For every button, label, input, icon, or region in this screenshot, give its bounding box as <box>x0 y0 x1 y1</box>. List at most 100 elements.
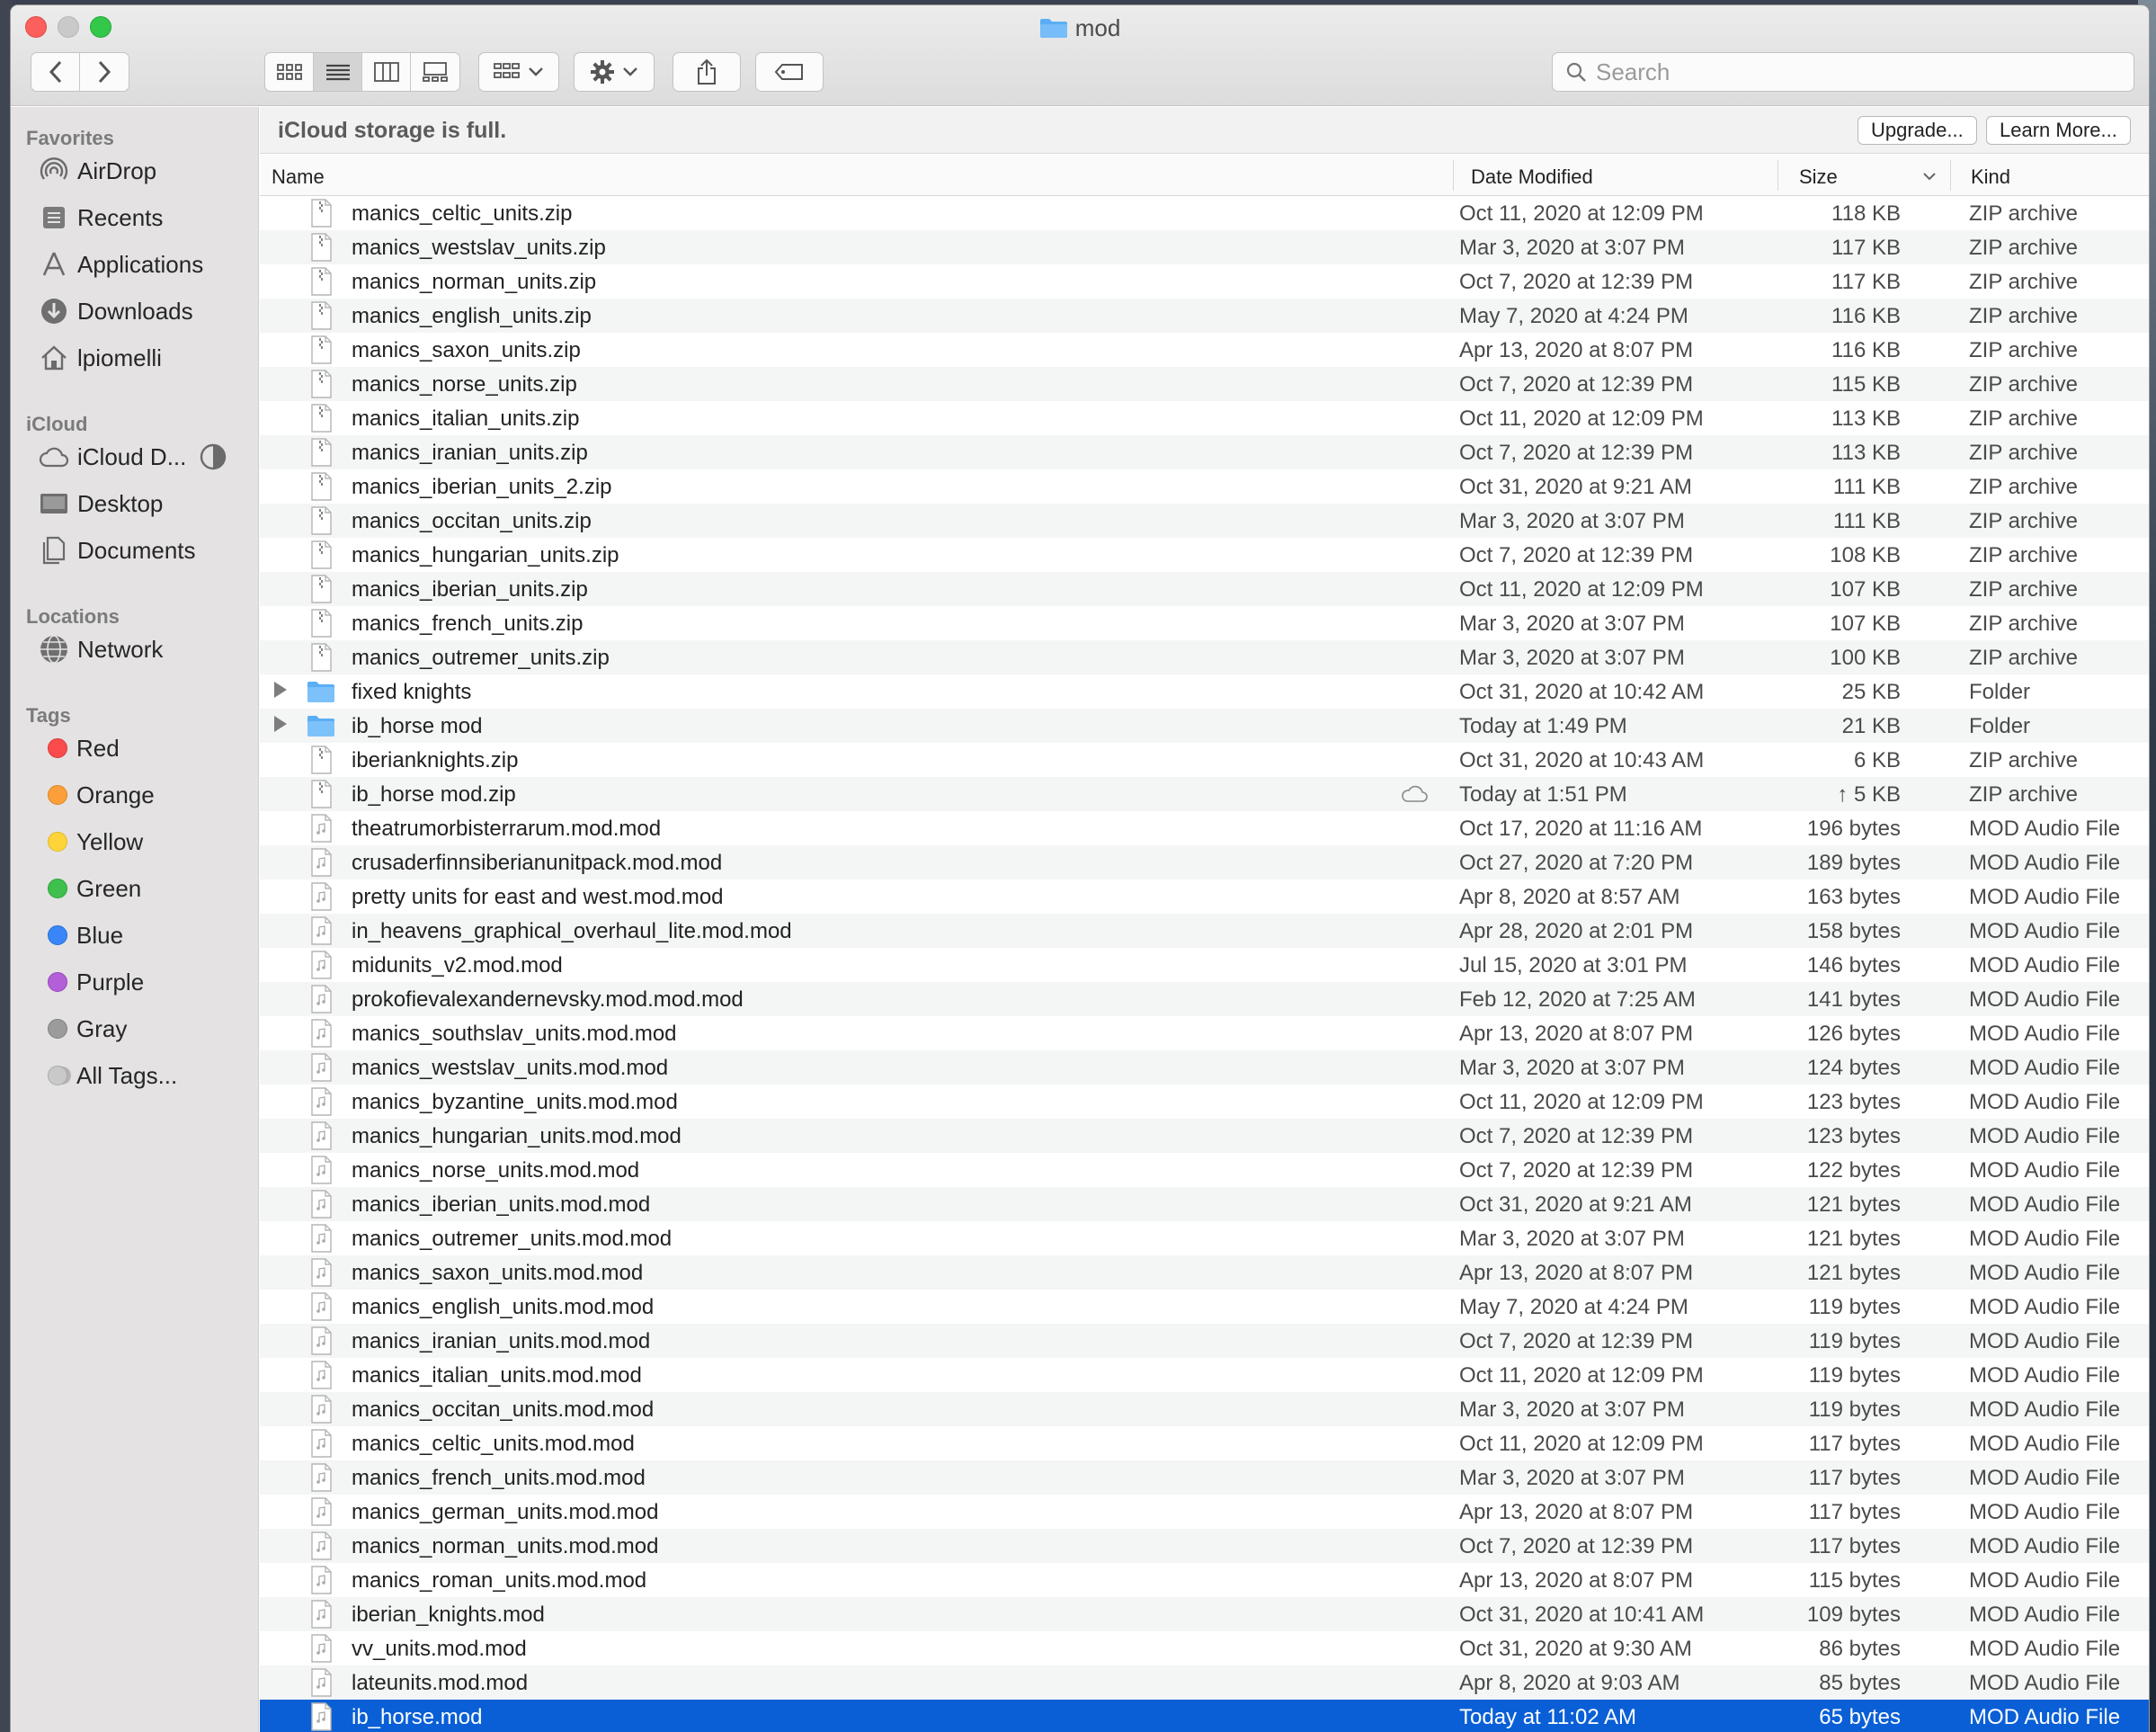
column-divider[interactable] <box>1453 160 1454 191</box>
file-row[interactable]: vv_units.mod.mod Oct 31, 2020 at 9:30 AM 8… <box>260 1631 2149 1665</box>
file-row[interactable]: manics_saxon_units.zip Apr 13, 2020 at 8:… <box>260 333 2149 367</box>
file-date-modified: May 7, 2020 at 4:24 PM <box>1459 1295 1688 1319</box>
file-row[interactable]: manics_outremer_units.mod.mod Mar 3, 2020… <box>260 1221 2149 1255</box>
file-name: manics_norman_units.zip <box>352 270 597 294</box>
column-header-size[interactable]: Size <box>1799 165 1838 189</box>
file-row[interactable]: manics_iberian_units_2.zip Oct 31, 2020 a… <box>260 469 2149 504</box>
sidebar-item-network[interactable]: Network <box>38 631 163 667</box>
file-row[interactable]: manics_iranian_units.mod.mod Oct 7, 2020 … <box>260 1324 2149 1358</box>
file-row[interactable]: manics_iberian_units.zip Oct 11, 2020 at … <box>260 572 2149 606</box>
disclosure-triangle-icon[interactable] <box>274 716 287 732</box>
sidebar-item-applications[interactable]: Applications <box>38 246 203 282</box>
sidebar-item-label: Purple <box>76 968 145 995</box>
column-header-kind[interactable]: Kind <box>1971 165 2010 189</box>
sidebar-tag-yellow[interactable]: Yellow <box>41 824 143 860</box>
file-row[interactable]: iberian_knights.mod Oct 31, 2020 at 10:41… <box>260 1597 2149 1631</box>
file-row[interactable]: manics_iberian_units.mod.mod Oct 31, 2020… <box>260 1187 2149 1221</box>
file-name: in_heavens_graphical_overhaul_lite.mod.m… <box>352 919 792 943</box>
learn-more-button[interactable]: Learn More... <box>1986 116 2131 145</box>
sidebar-header-icloud: iCloud <box>26 413 88 435</box>
file-row[interactable]: fixed knights Oct 31, 2020 at 10:42 AM 25 … <box>260 674 2149 709</box>
share-button[interactable] <box>673 52 741 92</box>
edit-tags-button[interactable] <box>755 52 824 92</box>
sidebar-tag-red[interactable]: Red <box>41 730 120 766</box>
list-view-button[interactable] <box>314 53 362 91</box>
column-divider[interactable] <box>1950 160 1951 191</box>
disclosure-triangle-icon[interactable] <box>274 682 287 698</box>
file-row[interactable]: prokofievalexandernevsky.mod.mod.mod Feb … <box>260 982 2149 1016</box>
file-row[interactable]: manics_saxon_units.mod.mod Apr 13, 2020 a… <box>260 1255 2149 1290</box>
file-row[interactable]: manics_italian_units.zip Oct 11, 2020 at … <box>260 401 2149 435</box>
forward-button[interactable] <box>80 53 129 91</box>
file-row[interactable]: ib_horse.mod Today at 11:02 AM 65 bytes MOD… <box>260 1700 2149 1732</box>
file-row[interactable]: midunits_v2.mod.mod Jul 15, 2020 at 3:01 … <box>260 948 2149 982</box>
file-row[interactable]: manics_norse_units.mod.mod Oct 7, 2020 at… <box>260 1153 2149 1187</box>
sidebar-item-downloads[interactable]: Downloads <box>38 293 193 329</box>
file-row[interactable]: iberianknights.zip Oct 31, 2020 at 10:43 … <box>260 743 2149 777</box>
action-menu-button[interactable] <box>574 52 655 92</box>
file-size: 116 KB <box>1831 304 1901 328</box>
gallery-view-button[interactable] <box>411 53 459 91</box>
sidebar-item-documents[interactable]: Documents <box>38 532 196 568</box>
sidebar-tag-gray[interactable]: Gray <box>41 1011 127 1047</box>
sidebar-item-home[interactable]: lpiomelli <box>38 340 162 376</box>
audio-file-icon <box>308 1634 334 1663</box>
file-row[interactable]: manics_english_units.mod.mod May 7, 2020 … <box>260 1290 2149 1324</box>
cloud-upload-icon[interactable] <box>1400 782 1429 804</box>
sidebar-tag-purple[interactable]: Purple <box>41 964 144 1000</box>
column-header-date-modified[interactable]: Date Modified <box>1471 165 1593 189</box>
columns-icon <box>373 62 399 82</box>
column-divider[interactable] <box>1777 160 1778 191</box>
search-field[interactable] <box>1552 52 2134 92</box>
file-row[interactable]: manics_norman_units.mod.mod Oct 7, 2020 a… <box>260 1529 2149 1563</box>
sidebar-tag-all-tags[interactable]: All Tags... <box>41 1058 177 1094</box>
file-row[interactable]: manics_norman_units.zip Oct 7, 2020 at 12… <box>260 264 2149 299</box>
back-button[interactable] <box>31 53 80 91</box>
group-by-button[interactable] <box>478 52 559 92</box>
sidebar-item-icloud-drive[interactable]: iCloud D... <box>38 439 227 475</box>
file-row[interactable]: crusaderfinnsiberianunitpack.mod.mod Oct … <box>260 845 2149 879</box>
file-row[interactable]: manics_norse_units.zip Oct 7, 2020 at 12:… <box>260 367 2149 401</box>
file-row[interactable]: ib_horse mod Today at 1:49 PM 21 KB Folder <box>260 709 2149 743</box>
file-row[interactable]: manics_occitan_units.zip Mar 3, 2020 at 3… <box>260 504 2149 538</box>
file-row[interactable]: manics_celtic_units.mod.mod Oct 11, 2020 … <box>260 1426 2149 1460</box>
file-row[interactable]: lateunits.mod.mod Apr 8, 2020 at 9:03 AM 8… <box>260 1665 2149 1700</box>
file-row[interactable]: pretty units for east and west.mod.mod Ap… <box>260 879 2149 914</box>
sidebar-item-recents[interactable]: Recents <box>38 200 163 236</box>
file-row[interactable]: manics_southslav_units.mod.mod Apr 13, 20… <box>260 1016 2149 1050</box>
icon-view-button[interactable] <box>265 53 314 91</box>
file-row[interactable]: manics_italian_units.mod.mod Oct 11, 2020… <box>260 1358 2149 1392</box>
file-row[interactable]: manics_westslav_units.zip Mar 3, 2020 at … <box>260 230 2149 264</box>
sidebar-tag-green[interactable]: Green <box>41 870 141 906</box>
upgrade-button[interactable]: Upgrade... <box>1858 116 1977 145</box>
sidebar-tag-blue[interactable]: Blue <box>41 917 123 953</box>
red-tag-icon <box>48 738 67 758</box>
file-row[interactable]: manics_westslav_units.mod.mod Mar 3, 2020… <box>260 1050 2149 1085</box>
file-row[interactable]: manics_outremer_units.zip Mar 3, 2020 at … <box>260 640 2149 674</box>
home-icon <box>41 345 67 371</box>
view-mode-selector <box>264 52 460 92</box>
sidebar-item-airdrop[interactable]: AirDrop <box>38 153 156 189</box>
file-row[interactable]: manics_celtic_units.zip Oct 11, 2020 at 1… <box>260 196 2149 230</box>
file-row[interactable]: manics_english_units.zip May 7, 2020 at 4… <box>260 299 2149 333</box>
column-view-button[interactable] <box>362 53 411 91</box>
file-size: 123 bytes <box>1806 1090 1901 1114</box>
file-row[interactable]: theatrumorbisterrarum.mod.mod Oct 17, 202… <box>260 811 2149 845</box>
file-row[interactable]: manics_french_units.mod.mod Mar 3, 2020 a… <box>260 1460 2149 1495</box>
file-row[interactable]: manics_occitan_units.mod.mod Mar 3, 2020 … <box>260 1392 2149 1426</box>
file-row[interactable]: ib_horse mod.zip Today at 1:51 PM ↑ 5 KB ZI… <box>260 777 2149 811</box>
file-name: manics_norse_units.zip <box>352 372 577 397</box>
sidebar-item-desktop[interactable]: Desktop <box>38 486 163 522</box>
file-row[interactable]: manics_german_units.mod.mod Apr 13, 2020 … <box>260 1495 2149 1529</box>
file-row[interactable]: manics_byzantine_units.mod.mod Oct 11, 20… <box>260 1085 2149 1119</box>
search-input[interactable] <box>1596 58 2117 86</box>
file-row[interactable]: manics_hungarian_units.mod.mod Oct 7, 202… <box>260 1119 2149 1153</box>
file-row[interactable]: manics_iranian_units.zip Oct 7, 2020 at 1… <box>260 435 2149 469</box>
file-row[interactable]: manics_french_units.zip Mar 3, 2020 at 3:… <box>260 606 2149 640</box>
file-row[interactable]: in_heavens_graphical_overhaul_lite.mod.m… <box>260 914 2149 948</box>
file-row[interactable]: manics_roman_units.mod.mod Apr 13, 2020 a… <box>260 1563 2149 1597</box>
file-row[interactable]: manics_hungarian_units.zip Oct 7, 2020 at… <box>260 538 2149 572</box>
column-header-name[interactable]: Name <box>272 165 325 189</box>
sidebar-tag-orange[interactable]: Orange <box>41 777 155 813</box>
audio-file-icon <box>308 1566 334 1594</box>
